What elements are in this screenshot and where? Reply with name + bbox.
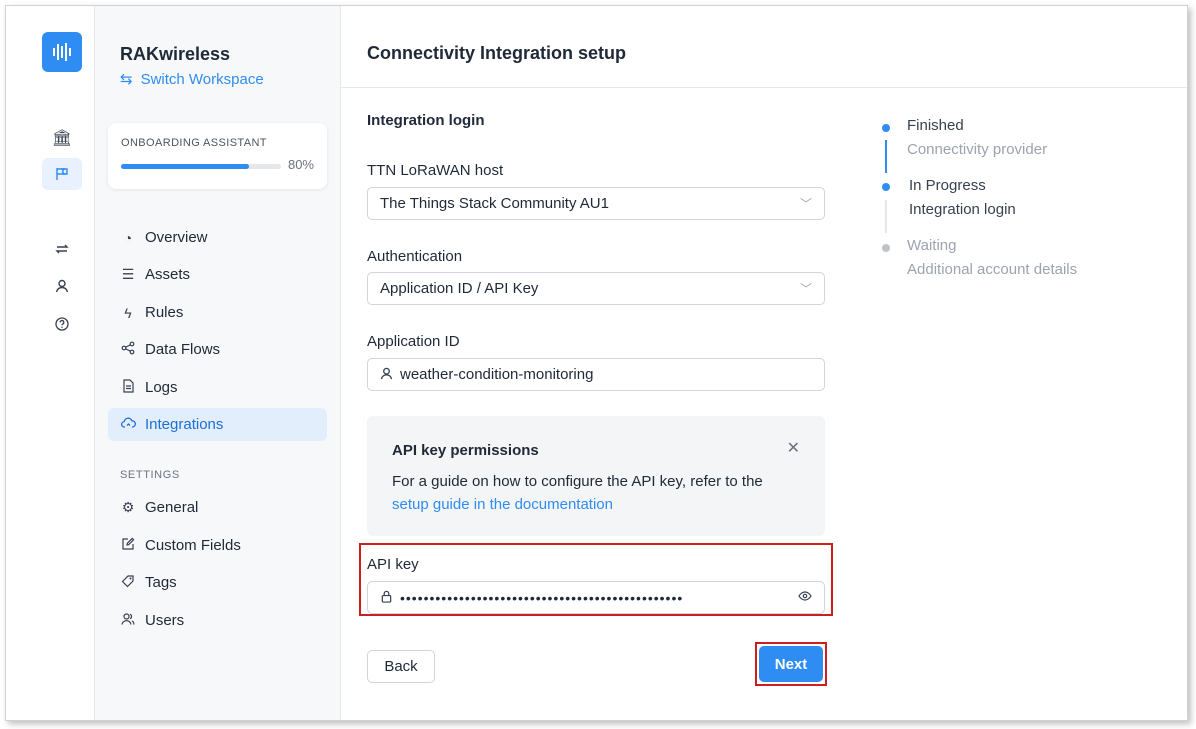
nav-item-label: General xyxy=(145,499,199,516)
switch-workspace-link[interactable]: ⇆ Switch Workspace xyxy=(120,70,264,89)
settings-section-label: SETTINGS xyxy=(120,469,180,481)
step-status: Waiting xyxy=(907,237,957,254)
onboarding-progress-bar xyxy=(121,164,281,169)
step-status: Finished xyxy=(907,117,964,134)
nav-item-rules[interactable]: ϟ Rules xyxy=(108,296,327,329)
step-connector xyxy=(885,200,887,233)
nav-item-label: Logs xyxy=(145,379,178,396)
nav-item-general[interactable]: ⚙ General xyxy=(108,491,327,524)
user-icon[interactable] xyxy=(42,270,82,302)
nav-item-users[interactable]: Users xyxy=(108,604,327,637)
step-dot-in-progress xyxy=(882,183,890,191)
nav-item-label: Integrations xyxy=(145,416,224,433)
onboarding-label: ONBOARDING ASSISTANT xyxy=(121,137,267,149)
cloud-sync-icon xyxy=(120,416,136,433)
next-button[interactable]: Next xyxy=(759,646,823,682)
gear-icon: ⚙ xyxy=(121,499,135,515)
nav-item-integrations[interactable]: Integrations xyxy=(108,408,327,441)
close-icon[interactable]: ✕ xyxy=(787,438,800,458)
edit-square-icon xyxy=(120,537,136,554)
nav-item-label: Overview xyxy=(145,229,208,246)
notice-body: For a guide on how to configure the API … xyxy=(392,473,763,490)
host-label: TTN LoRaWAN host xyxy=(367,162,504,179)
nav-item-label: Users xyxy=(145,612,185,629)
app-logo-icon[interactable] xyxy=(42,32,82,72)
form-section-title: Integration login xyxy=(367,112,485,129)
api-key-permissions-notice: API key permissions ✕ For a guide on how… xyxy=(367,416,825,536)
home-bank-icon[interactable]: 🏛 xyxy=(42,122,82,154)
onboarding-progress-fill xyxy=(121,164,249,169)
application-id-input[interactable]: weather-condition-monitoring xyxy=(367,358,825,391)
page-header: Connectivity Integration setup xyxy=(341,6,1187,88)
authentication-label: Authentication xyxy=(367,248,463,265)
nav-item-label: Assets xyxy=(145,266,191,283)
onboarding-assistant-card[interactable]: ONBOARDING ASSISTANT 80% xyxy=(108,123,327,189)
nav-item-assets[interactable]: ☰ Assets xyxy=(108,258,327,291)
step-dot-waiting xyxy=(882,244,890,252)
nav-item-label: Rules xyxy=(145,304,184,321)
step-status: In Progress xyxy=(909,177,986,194)
help-icon[interactable] xyxy=(42,308,82,340)
list-icon: ☰ xyxy=(121,266,135,282)
back-button[interactable]: Back xyxy=(367,650,435,683)
application-id-label: Application ID xyxy=(367,333,460,350)
nav-item-label: Tags xyxy=(145,574,177,591)
dashboard-gauge-icon: ◔ xyxy=(123,229,133,246)
host-select[interactable]: The Things Stack Community AU1 ﹀ xyxy=(367,187,825,220)
application-id-value: weather-condition-monitoring xyxy=(400,366,594,383)
workspace-name: RAKwireless xyxy=(120,44,231,64)
step-name: Additional account details xyxy=(907,261,1078,278)
step-connector xyxy=(885,140,887,173)
onboarding-progress-text: 80% xyxy=(287,157,314,172)
nav-item-data-flows[interactable]: Data Flows xyxy=(108,333,327,366)
app-window: 🏛 RAKwireless ⇆ Switch Workspace ONBOARD… xyxy=(5,5,1188,721)
log-file-icon xyxy=(120,379,136,396)
flag-icon[interactable] xyxy=(42,158,82,190)
main-content: Connectivity Integration setup Integrati… xyxy=(341,6,1187,720)
nav-item-logs[interactable]: Logs xyxy=(108,371,327,404)
nav-item-tags[interactable]: Tags xyxy=(108,566,327,599)
switch-arrows-icon: ⇆ xyxy=(120,71,133,88)
nav-item-overview[interactable]: ◔ Overview xyxy=(108,221,327,254)
lightning-icon: ϟ xyxy=(124,304,132,321)
share-nodes-icon xyxy=(120,341,136,358)
switch-workspace-label: Switch Workspace xyxy=(140,70,264,88)
page-title: Connectivity Integration setup xyxy=(367,43,627,63)
icon-rail: 🏛 xyxy=(6,6,95,720)
nav-item-label: Custom Fields xyxy=(145,537,241,554)
chevron-down-icon: ﹀ xyxy=(799,282,812,296)
authentication-select-value: Application ID / API Key xyxy=(380,280,539,297)
users-icon xyxy=(120,612,136,629)
user-icon xyxy=(380,367,394,383)
host-select-value: The Things Stack Community AU1 xyxy=(380,195,609,212)
nav-item-label: Data Flows xyxy=(145,341,221,358)
step-name: Connectivity provider xyxy=(907,141,1048,158)
tag-icon xyxy=(120,574,136,591)
step-dot-finished xyxy=(882,124,890,132)
repeat-icon[interactable] xyxy=(42,233,82,265)
setup-guide-link[interactable]: setup guide in the documentation xyxy=(392,496,613,513)
step-name: Integration login xyxy=(909,201,1016,218)
nav-item-custom-fields[interactable]: Custom Fields xyxy=(108,529,327,562)
notice-title: API key permissions xyxy=(392,442,539,459)
authentication-select[interactable]: Application ID / API Key ﹀ xyxy=(367,272,825,305)
notice-text: For a guide on how to configure the API … xyxy=(392,470,802,516)
sidebar: RAKwireless ⇆ Switch Workspace ONBOARDIN… xyxy=(95,6,341,720)
chevron-down-icon: ﹀ xyxy=(799,197,812,211)
api-key-highlight xyxy=(359,543,833,616)
